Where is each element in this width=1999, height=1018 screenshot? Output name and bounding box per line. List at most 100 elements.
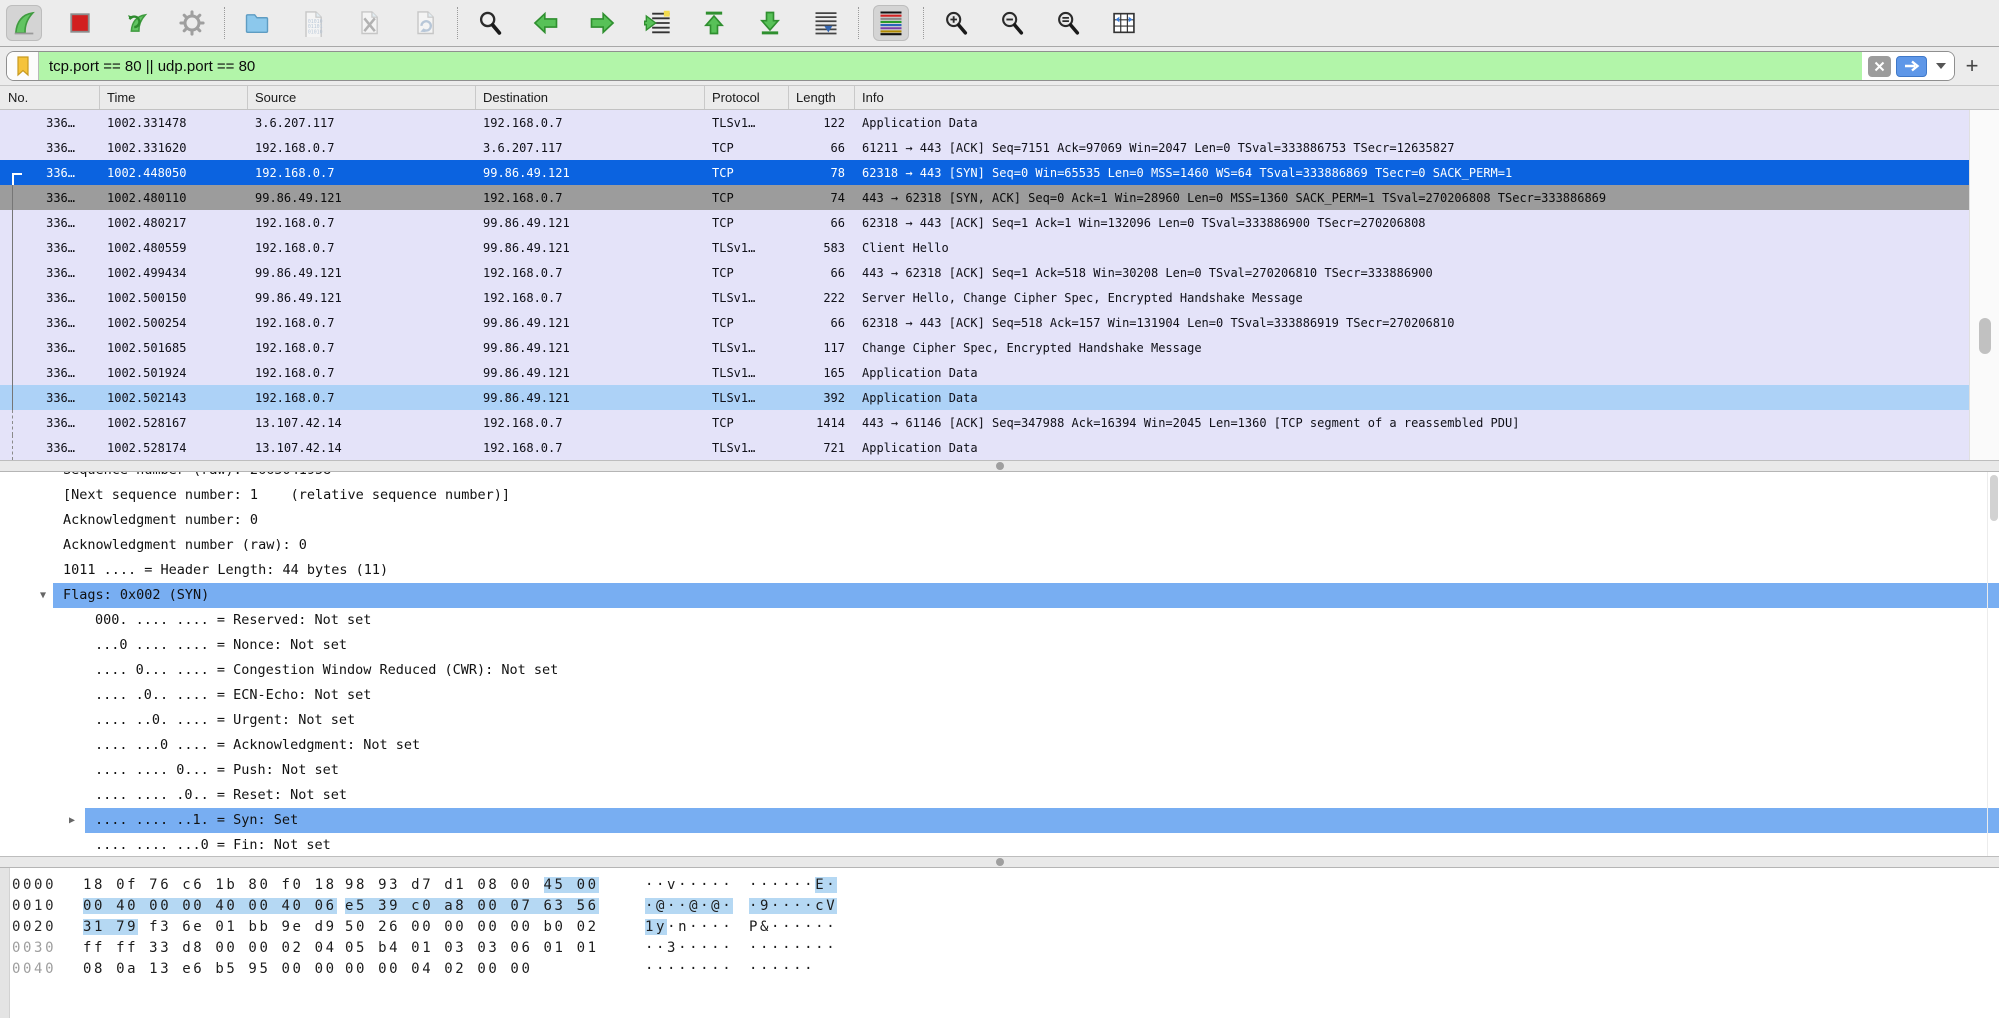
cell-protocol: TCP [705,416,789,430]
packet-row[interactable]: 336…1002.502143192.168.0.799.86.49.121TL… [0,385,1969,410]
detail-row[interactable]: ▼Flags: 0x002 (SYN) [0,583,1999,608]
column-header-no[interactable]: No. [0,86,100,109]
detail-row[interactable]: .... .... 0... = Push: Not set [0,758,1999,783]
hex-row[interactable]: 002031 79 f3 6e 01 bb 9e d950 26 00 00 0… [10,917,1999,938]
detail-row[interactable]: ...0 .... .... = Nonce: Not set [0,633,1999,658]
open-file-button[interactable] [239,5,275,41]
conversation-mark-icon [12,185,13,210]
cell-source: 192.168.0.7 [248,391,476,405]
cell-info: 443 → 61146 [ACK] Seq=347988 Ack=16394 W… [855,416,1969,430]
zoom-out-icon [998,9,1026,37]
collapse-icon[interactable]: ▼ [40,583,46,608]
save-file-button[interactable]: 010100110101010 [295,5,331,41]
bookmark-icon[interactable] [7,52,39,80]
cell-source: 192.168.0.7 [248,166,476,180]
detail-row[interactable]: .... .0.. .... = ECN-Echo: Not set [0,683,1999,708]
clear-filter-button[interactable] [1868,56,1891,77]
packet-list-scrollbar[interactable] [1969,110,1999,460]
detail-row[interactable]: .... .... .0.. = Reset: Not set [0,783,1999,808]
zoom-out-button[interactable] [994,5,1030,41]
main-toolbar: 010100110101010 [0,0,1999,47]
pane-splitter-top[interactable] [0,460,1999,472]
cell-length: 392 [789,391,855,405]
detail-row[interactable]: .... ...0 .... = Acknowledgment: Not set [0,733,1999,758]
cell-no: 336… [0,191,100,205]
detail-row[interactable]: .... ..0. .... = Urgent: Not set [0,708,1999,733]
apply-filter-button[interactable] [1896,56,1927,77]
add-filter-button[interactable]: + [1955,53,1989,79]
cell-destination: 192.168.0.7 [476,191,705,205]
conversation-mark-icon [12,210,13,235]
filter-query-input[interactable]: tcp.port == 80 || udp.port == 80 [39,52,1862,80]
filter-dropdown-caret[interactable] [1936,63,1946,69]
go-forward-button[interactable] [584,5,620,41]
conversation-mark-icon [12,235,13,260]
column-header-length[interactable]: Length [789,86,855,109]
capture-options-button[interactable] [174,5,210,41]
detail-row[interactable]: 000. .... .... = Reserved: Not set [0,608,1999,633]
packet-row[interactable]: 336…1002.50015099.86.49.121192.168.0.7TL… [0,285,1969,310]
detail-text: .... .... .0.. = Reset: Not set [95,783,347,808]
conversation-mark-icon [12,335,13,360]
expand-icon[interactable]: ▶ [69,808,75,833]
hex-row[interactable]: 001000 40 00 00 40 00 40 06e5 39 c0 a8 0… [10,896,1999,917]
gear-icon [178,9,206,37]
packet-row[interactable]: 336…1002.480559192.168.0.799.86.49.121TL… [0,235,1969,260]
scrollbar-thumb[interactable] [1990,475,1998,521]
detail-text: .... .... 0... = Push: Not set [95,758,339,783]
close-file-button[interactable] [351,5,387,41]
packet-row[interactable]: 336…1002.500254192.168.0.799.86.49.121TC… [0,310,1969,335]
packet-row[interactable]: 336…1002.3314783.6.207.117192.168.0.7TLS… [0,110,1969,135]
detail-row[interactable]: ▶.... .... ..1. = Syn: Set [0,808,1999,833]
pane-splitter-bottom[interactable] [0,856,1999,868]
cell-info: Server Hello, Change Cipher Spec, Encryp… [855,291,1969,305]
hex-row[interactable]: 004008 0a 13 e6 b5 95 00 0000 00 04 02 0… [10,959,1999,980]
detail-row[interactable]: [Next sequence number: 1 (relative seque… [0,483,1999,508]
detail-row[interactable]: .... 0... .... = Congestion Window Reduc… [0,658,1999,683]
go-to-packet-button[interactable] [640,5,676,41]
packet-row[interactable]: 336…1002.331620192.168.0.73.6.207.117TCP… [0,135,1969,160]
cell-source: 192.168.0.7 [248,341,476,355]
detail-row[interactable]: .... .... ...0 = Fin: Not set [0,833,1999,856]
colorize-button[interactable] [873,5,909,41]
column-header-protocol[interactable]: Protocol [705,86,789,109]
resize-columns-button[interactable] [1106,5,1142,41]
detail-row[interactable]: Sequence number (raw): 2665041958 [0,472,1999,483]
details-scrollbar[interactable] [1987,472,1999,856]
hex-offset: 0020 [12,917,58,938]
conversation-mark-icon [12,435,13,460]
column-header-time[interactable]: Time [100,86,248,109]
column-header-source[interactable]: Source [248,86,476,109]
start-capture-button[interactable] [6,5,42,41]
scrollbar-thumb[interactable] [1979,318,1991,354]
packet-row[interactable]: 336…1002.480217192.168.0.799.86.49.121TC… [0,210,1969,235]
hex-row[interactable]: 0030ff ff 33 d8 00 00 02 0405 b4 01 03 0… [10,938,1999,959]
packet-row[interactable]: 336…1002.448050192.168.0.799.86.49.121TC… [0,160,1969,185]
auto-scroll-button[interactable] [808,5,844,41]
cell-destination: 99.86.49.121 [476,166,705,180]
packet-row[interactable]: 336…1002.501924192.168.0.799.86.49.121TL… [0,360,1969,385]
display-filter-field[interactable]: tcp.port == 80 || udp.port == 80 [6,51,1955,81]
go-last-packet-button[interactable] [752,5,788,41]
go-back-button[interactable] [528,5,564,41]
detail-row[interactable]: Acknowledgment number: 0 [0,508,1999,533]
column-header-info[interactable]: Info [855,86,1999,109]
reload-file-icon [411,9,439,37]
packet-row[interactable]: 336…1002.49943499.86.49.121192.168.0.7TC… [0,260,1969,285]
zoom-reset-button[interactable] [1050,5,1086,41]
detail-row[interactable]: Acknowledgment number (raw): 0 [0,533,1999,558]
packet-row[interactable]: 336…1002.501685192.168.0.799.86.49.121TL… [0,335,1969,360]
detail-row[interactable]: 1011 .... = Header Length: 44 bytes (11) [0,558,1999,583]
column-header-destination[interactable]: Destination [476,86,705,109]
zoom-in-button[interactable] [938,5,974,41]
packet-row[interactable]: 336…1002.48011099.86.49.121192.168.0.7TC… [0,185,1969,210]
conversation-mark-icon [12,310,13,335]
stop-capture-button[interactable] [62,5,98,41]
find-packet-button[interactable] [472,5,508,41]
packet-row[interactable]: 336…1002.52816713.107.42.14192.168.0.7TC… [0,410,1969,435]
restart-capture-button[interactable] [118,5,154,41]
hex-row[interactable]: 000018 0f 76 c6 1b 80 f0 1898 93 d7 d1 0… [10,875,1999,896]
packet-row[interactable]: 336…1002.52817413.107.42.14192.168.0.7TL… [0,435,1969,460]
go-first-packet-button[interactable] [696,5,732,41]
reload-file-button[interactable] [407,5,443,41]
